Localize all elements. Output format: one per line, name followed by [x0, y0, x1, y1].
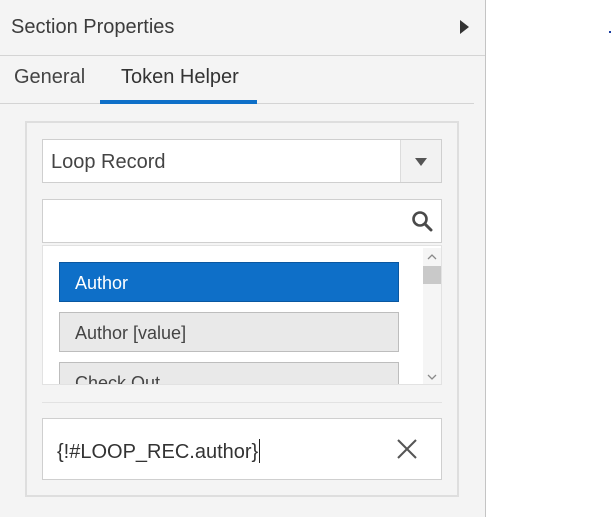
panel-header: Section Properties — [0, 0, 485, 56]
list-item-check-out[interactable]: Check Out — [59, 362, 399, 384]
chevron-up-icon[interactable] — [426, 252, 438, 262]
tab-general[interactable]: General — [14, 66, 85, 89]
close-icon[interactable] — [396, 438, 418, 460]
list-item-author[interactable]: Author — [59, 262, 399, 302]
tab-bar: General Token Helper — [0, 56, 474, 104]
list-scrollbar[interactable] — [423, 248, 441, 384]
triangle-right-icon[interactable] — [460, 20, 469, 34]
token-output-value: {!#LOOP_REC.author} — [57, 441, 259, 463]
section-properties-panel: Section Properties General Token Helper … — [0, 0, 486, 517]
stray-dot — [609, 31, 611, 33]
token-list: Author Author [value] Check Out — [42, 245, 442, 385]
search-icon[interactable] — [411, 210, 433, 232]
search-input[interactable] — [49, 206, 403, 238]
text-caret — [259, 439, 261, 463]
search-box — [42, 199, 442, 243]
caret-down-icon — [415, 158, 427, 166]
dropdown-button[interactable] — [400, 140, 441, 182]
token-output-text: {!#LOOP_REC.author} — [57, 439, 261, 464]
active-tab-indicator — [100, 100, 257, 104]
panel-title: Section Properties — [11, 16, 175, 38]
chevron-down-icon[interactable] — [426, 372, 438, 382]
divider — [42, 402, 442, 403]
record-select[interactable]: Loop Record — [42, 139, 442, 183]
record-select-value: Loop Record — [51, 151, 166, 173]
token-output-field[interactable]: {!#LOOP_REC.author} — [42, 418, 442, 480]
list-item-author-value[interactable]: Author [value] — [59, 312, 399, 352]
tab-token-helper[interactable]: Token Helper — [121, 66, 239, 89]
scrollbar-thumb[interactable] — [423, 266, 441, 284]
